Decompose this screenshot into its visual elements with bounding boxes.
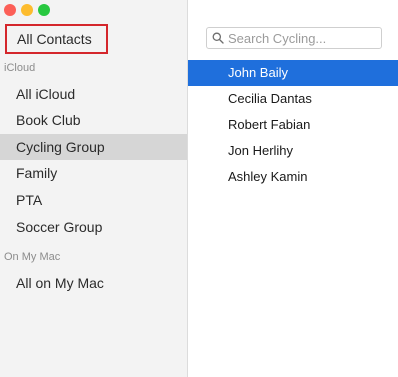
sidebar-item-soccer-group[interactable]: Soccer Group xyxy=(0,214,187,240)
sidebar-item-cycling-group[interactable]: Cycling Group xyxy=(0,134,187,160)
window-controls xyxy=(4,4,50,16)
all-contacts-item[interactable]: All Contacts xyxy=(5,24,108,54)
sidebar-item-all-icloud[interactable]: All iCloud xyxy=(0,81,187,107)
contact-row-cecilia-dantas[interactable]: Cecilia Dantas xyxy=(188,86,398,112)
sidebar-item-all-on-my-mac[interactable]: All on My Mac xyxy=(0,270,187,296)
contact-row-ashley-kamin[interactable]: Ashley Kamin xyxy=(188,164,398,190)
sidebar-item-family[interactable]: Family xyxy=(0,160,187,186)
sidebar: All Contacts iCloud All iCloud Book Club… xyxy=(0,0,188,377)
sidebar-item-book-club[interactable]: Book Club xyxy=(0,107,187,133)
magnifier-icon xyxy=(212,32,224,44)
contact-row-jon-herlihy[interactable]: Jon Herlihy xyxy=(188,138,398,164)
search-field[interactable] xyxy=(206,27,382,49)
minimize-window-icon[interactable] xyxy=(21,4,33,16)
sidebar-item-pta[interactable]: PTA xyxy=(0,187,187,213)
maximize-window-icon[interactable] xyxy=(38,4,50,16)
contacts-window: All Contacts iCloud All iCloud Book Club… xyxy=(0,0,398,377)
contact-row-robert-fabian[interactable]: Robert Fabian xyxy=(188,112,398,138)
close-window-icon[interactable] xyxy=(4,4,16,16)
on-my-mac-section-header: On My Mac xyxy=(4,251,61,263)
search-input[interactable] xyxy=(224,30,378,46)
contact-row-john-baily[interactable]: John Baily xyxy=(188,60,398,86)
icloud-section-header: iCloud xyxy=(4,62,36,74)
contact-list: John Baily Cecilia Dantas Robert Fabian … xyxy=(188,60,398,190)
